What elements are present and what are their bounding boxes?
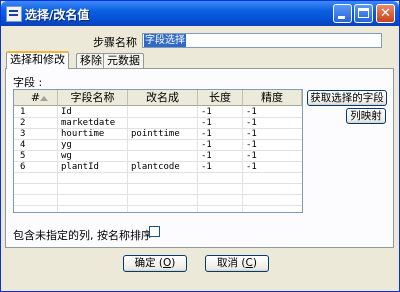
- title-bar[interactable]: 选择/改名值 ✕: [1, 1, 399, 26]
- tab-select-modify[interactable]: 选择和修改: [6, 51, 69, 69]
- close-icon: ✕: [380, 6, 391, 21]
- table-row-empty[interactable]: [14, 195, 302, 206]
- fields-table[interactable]: # 字段名称 改名成 长度 精度 1 Id -1 -1 2 marketdate…: [13, 89, 303, 213]
- tab-remove[interactable]: 移除: [76, 53, 106, 68]
- include-unspecified-label: 包含未指定的列, 按名称排序: [13, 229, 152, 242]
- app-icon: [6, 6, 22, 22]
- table-row[interactable]: 3 hourtime pointtime -1 -1: [14, 129, 302, 140]
- table-row[interactable]: 1 Id -1 -1: [14, 107, 302, 118]
- table-row-empty[interactable]: [14, 173, 302, 184]
- column-header-field-name[interactable]: 字段名称: [58, 90, 128, 106]
- tab-metadata[interactable]: 元数据: [103, 53, 144, 68]
- include-unspecified-checkbox[interactable]: [149, 226, 160, 237]
- column-header-precision[interactable]: 精度: [243, 90, 302, 106]
- minimize-icon: [338, 16, 345, 19]
- fields-label: 字段 :: [13, 76, 43, 89]
- dialog-window: 选择/改名值 ✕ 步骤名称 字段选择 选择和修改 移除 元数据 字段 : # 字…: [0, 0, 400, 292]
- ok-button[interactable]: 确定 (O): [123, 255, 187, 272]
- get-selected-fields-button[interactable]: 获取选择的字段: [307, 90, 387, 106]
- window-title: 选择/改名值: [25, 8, 90, 22]
- table-row-empty[interactable]: [14, 184, 302, 195]
- maximize-icon: [358, 8, 369, 18]
- cancel-button[interactable]: 取消 (C): [205, 255, 269, 272]
- column-header-rename-to[interactable]: 改名成: [128, 90, 198, 106]
- maximize-button[interactable]: [354, 4, 373, 23]
- column-header-length[interactable]: 长度: [198, 90, 243, 106]
- step-name-input[interactable]: 字段选择: [142, 33, 382, 48]
- minimize-button[interactable]: [333, 4, 352, 23]
- step-name-label: 步骤名称: [93, 36, 137, 49]
- close-button[interactable]: ✕: [376, 4, 395, 23]
- table-row[interactable]: 5 wg -1 -1: [14, 151, 302, 162]
- column-header-index[interactable]: #: [14, 90, 58, 106]
- step-name-value: 字段选择: [144, 34, 186, 47]
- column-mapping-button[interactable]: 列映射: [346, 108, 386, 124]
- table-row[interactable]: 6 plantId plantcode -1 -1: [14, 162, 302, 173]
- table-row[interactable]: 4 yg -1 -1: [14, 140, 302, 151]
- sort-asc-icon: [40, 96, 48, 101]
- table-row[interactable]: 2 marketdate -1 -1: [14, 118, 302, 129]
